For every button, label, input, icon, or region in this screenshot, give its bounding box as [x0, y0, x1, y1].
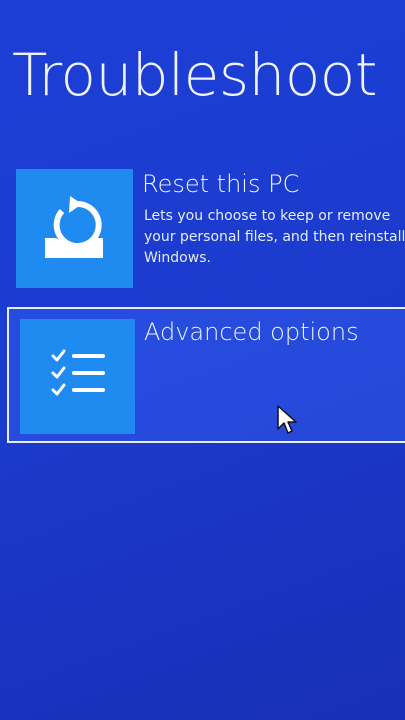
- mouse-cursor-icon: [277, 405, 297, 434]
- reset-this-pc-option[interactable]: Reset this PC Lets you choose to keep or…: [7, 166, 405, 292]
- advanced-options-tile: [20, 319, 135, 434]
- advanced-options-option[interactable]: Advanced options: [7, 307, 405, 443]
- reset-pc-title: Reset this PC: [142, 170, 300, 198]
- reset-pc-icon: [45, 196, 103, 258]
- checklist-icon: [51, 349, 105, 396]
- reset-pc-tile: [16, 169, 133, 288]
- reset-pc-description: Lets you choose to keep or remove your p…: [144, 208, 405, 266]
- advanced-options-title: Advanced options: [144, 318, 359, 346]
- page-title: Troubleshoot: [12, 41, 378, 109]
